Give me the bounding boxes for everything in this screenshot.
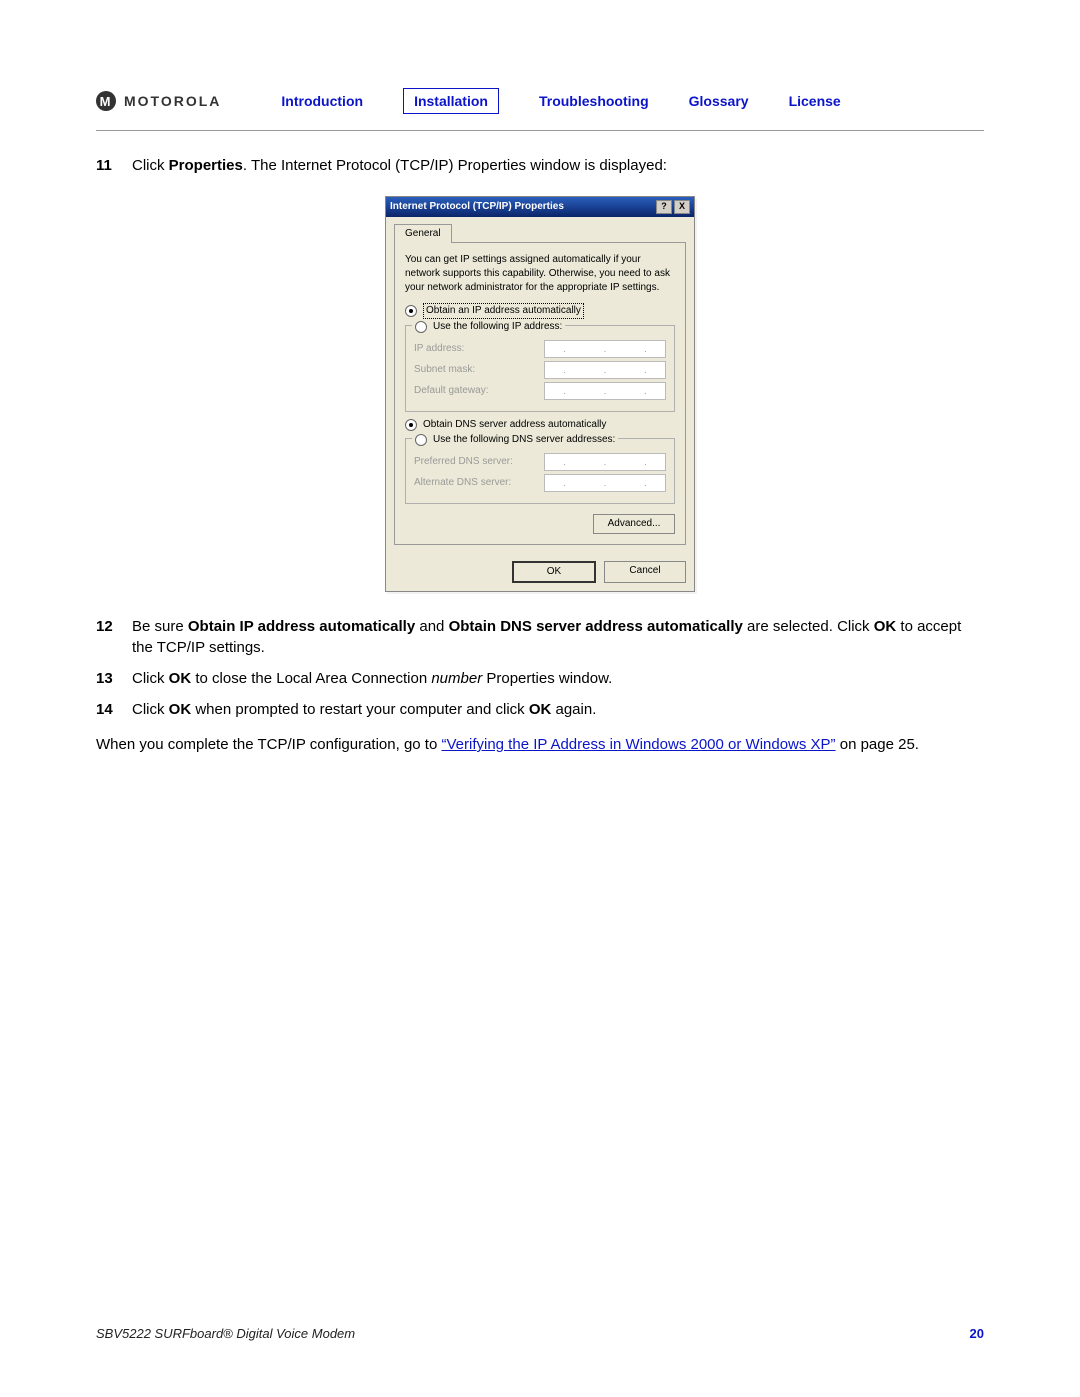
tcpip-properties-dialog: Internet Protocol (TCP/IP) Properties ? …	[385, 196, 695, 592]
default-gateway-label: Default gateway:	[414, 384, 489, 398]
advanced-row: Advanced...	[405, 514, 675, 534]
content: 11 Click Properties. The Internet Protoc…	[96, 155, 984, 755]
title-bar-buttons: ? X	[656, 200, 690, 214]
radio-label: Use the following IP address:	[433, 320, 562, 334]
motorola-batwing-icon: M	[96, 91, 116, 111]
page-header: M MOTOROLA Introduction Installation Tro…	[96, 88, 984, 131]
step-number: 12	[96, 616, 132, 658]
step-body: Be sure Obtain IP address automatically …	[132, 616, 984, 658]
radio-icon	[405, 419, 417, 431]
text: on page 25.	[836, 736, 919, 753]
close-icon[interactable]: X	[674, 200, 690, 214]
text-bold: OK	[874, 618, 897, 635]
text: Properties window.	[482, 670, 612, 687]
subnet-mask-label: Subnet mask:	[414, 363, 475, 377]
radio-label: Obtain DNS server address automatically	[423, 418, 606, 432]
text: When you complete the TCP/IP configurati…	[96, 736, 441, 753]
dialog-description: You can get IP settings assigned automat…	[405, 253, 675, 295]
static-dns-fieldset: Use the following DNS server addresses: …	[405, 438, 675, 504]
text-bold: Obtain DNS server address automatically	[449, 618, 743, 635]
brand: M MOTOROLA	[96, 91, 221, 111]
text: are selected. Click	[743, 618, 874, 635]
text-bold: OK	[169, 701, 192, 718]
step-body: Click OK when prompted to restart your c…	[132, 699, 984, 720]
title-bar: Internet Protocol (TCP/IP) Properties ? …	[386, 197, 694, 217]
advanced-button[interactable]: Advanced...	[593, 514, 675, 534]
step-12: 12 Be sure Obtain IP address automatical…	[96, 616, 984, 658]
text: Click	[132, 670, 169, 687]
help-icon[interactable]: ?	[656, 200, 672, 214]
general-tab[interactable]: General	[394, 224, 452, 243]
nav-troubleshooting[interactable]: Troubleshooting	[539, 93, 649, 109]
text-bold: Properties	[169, 157, 243, 174]
alternate-dns-input[interactable]: ...	[544, 474, 666, 492]
closing-paragraph: When you complete the TCP/IP configurati…	[96, 734, 984, 755]
step-13: 13 Click OK to close the Local Area Conn…	[96, 668, 984, 689]
tab-panel: You can get IP settings assigned automat…	[394, 242, 686, 545]
step-14: 14 Click OK when prompted to restart you…	[96, 699, 984, 720]
radio-icon	[415, 321, 427, 333]
title-text: Internet Protocol (TCP/IP) Properties	[390, 200, 564, 214]
text: . The Internet Protocol (TCP/IP) Propert…	[243, 157, 667, 174]
step-number: 11	[96, 155, 132, 176]
page-footer: SBV5222 SURFboard® Digital Voice Modem 2…	[96, 1326, 984, 1341]
brand-text: MOTOROLA	[124, 93, 221, 109]
nav-tabs: Introduction Installation Troubleshootin…	[281, 88, 840, 114]
step-number: 14	[96, 699, 132, 720]
text: Click	[132, 157, 169, 174]
link-verifying-ip[interactable]: “Verifying the IP Address in Windows 200…	[441, 736, 835, 753]
step-number: 13	[96, 668, 132, 689]
text: again.	[551, 701, 596, 718]
radio-icon	[405, 305, 417, 317]
nav-glossary[interactable]: Glossary	[689, 93, 749, 109]
step-11: 11 Click Properties. The Internet Protoc…	[96, 155, 984, 176]
radio-obtain-ip-auto[interactable]: Obtain an IP address automatically	[405, 303, 675, 319]
step-body: Click Properties. The Internet Protocol …	[132, 155, 984, 176]
text-bold: Obtain IP address automatically	[188, 618, 415, 635]
radio-obtain-dns-auto[interactable]: Obtain DNS server address automatically	[405, 418, 675, 432]
static-ip-fieldset: Use the following IP address: IP address…	[405, 325, 675, 412]
radio-label: Obtain an IP address automatically	[423, 303, 584, 319]
nav-introduction[interactable]: Introduction	[281, 93, 363, 109]
ok-button[interactable]: OK	[512, 561, 596, 583]
text: Be sure	[132, 618, 188, 635]
radio-use-following-dns[interactable]: Use the following DNS server addresses:	[412, 433, 618, 447]
text-italic: number	[431, 670, 482, 687]
ip-address-label: IP address:	[414, 342, 464, 356]
page-number: 20	[970, 1326, 984, 1341]
alternate-dns-label: Alternate DNS server:	[414, 476, 511, 490]
default-gateway-input[interactable]: ...	[544, 382, 666, 400]
text-bold: OK	[169, 670, 192, 687]
text: when prompted to restart your computer a…	[191, 701, 529, 718]
radio-label: Use the following DNS server addresses:	[433, 433, 615, 447]
product-name: SBV5222 SURFboard® Digital Voice Modem	[96, 1326, 355, 1341]
radio-use-following-ip[interactable]: Use the following IP address:	[412, 320, 565, 334]
preferred-dns-label: Preferred DNS server:	[414, 455, 513, 469]
text: Click	[132, 701, 169, 718]
subnet-mask-input[interactable]: ...	[544, 361, 666, 379]
text-bold: OK	[529, 701, 552, 718]
nav-license[interactable]: License	[789, 93, 841, 109]
radio-icon	[415, 434, 427, 446]
text: to close the Local Area Connection	[191, 670, 431, 687]
step-body: Click OK to close the Local Area Connect…	[132, 668, 984, 689]
nav-installation[interactable]: Installation	[403, 88, 499, 114]
cancel-button[interactable]: Cancel	[604, 561, 686, 583]
preferred-dns-input[interactable]: ...	[544, 453, 666, 471]
ip-address-input[interactable]: ...	[544, 340, 666, 358]
text: and	[415, 618, 448, 635]
dialog-body: General You can get IP settings assigned…	[386, 217, 694, 553]
page: M MOTOROLA Introduction Installation Tro…	[0, 0, 1080, 1397]
dialog-screenshot: Internet Protocol (TCP/IP) Properties ? …	[96, 196, 984, 592]
dialog-buttons: OK Cancel	[386, 553, 694, 591]
